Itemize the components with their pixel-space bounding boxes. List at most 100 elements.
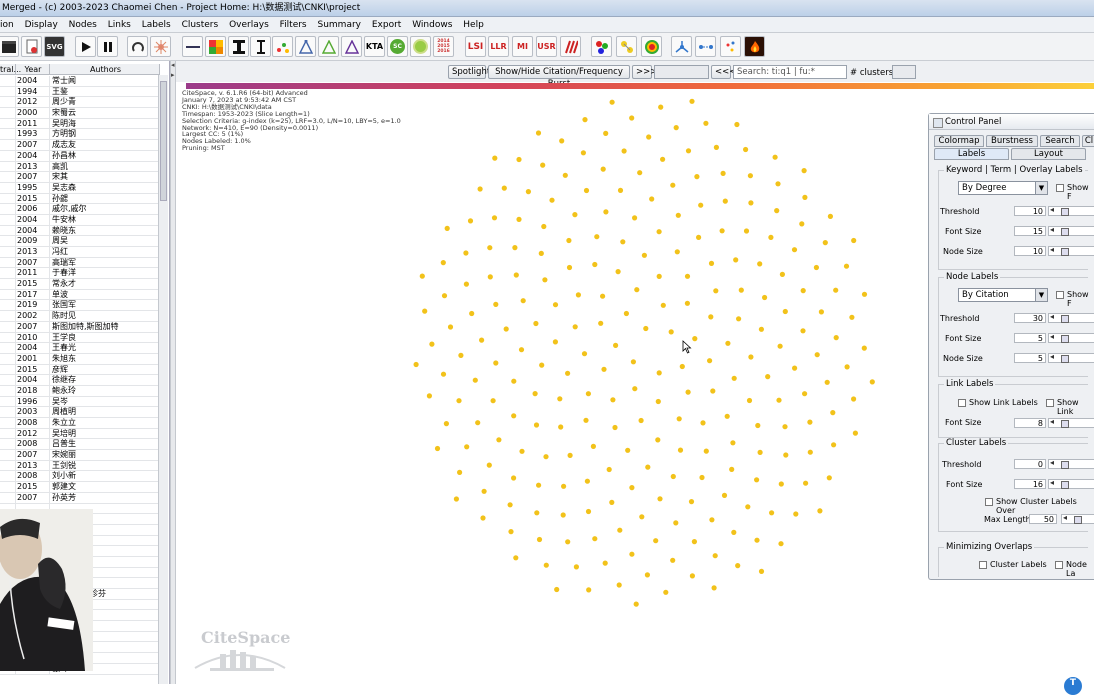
- table-row[interactable]: 1996 吴岑: [0, 396, 160, 408]
- network-node[interactable]: [447, 324, 454, 330]
- network-node[interactable]: [817, 508, 823, 514]
- network-node[interactable]: [746, 397, 753, 404]
- network-node[interactable]: [508, 529, 514, 535]
- keyword-node-size-value[interactable]: 10: [1014, 246, 1046, 256]
- network-node[interactable]: [730, 440, 736, 446]
- max-length-value[interactable]: 50: [1029, 514, 1057, 524]
- network-node[interactable]: [802, 391, 808, 397]
- table-row[interactable]: 2007 成志友: [0, 140, 160, 151]
- menu-links[interactable]: Links: [108, 17, 131, 33]
- network-node[interactable]: [689, 98, 695, 104]
- network-node[interactable]: [830, 410, 836, 416]
- table-row[interactable]: 2004 常士闻: [0, 76, 160, 87]
- network-node[interactable]: [458, 352, 464, 358]
- menu-overlays[interactable]: Overlays: [229, 17, 269, 33]
- network-node[interactable]: [802, 194, 808, 200]
- menu-labels[interactable]: Labels: [142, 17, 171, 33]
- network-node[interactable]: [543, 562, 549, 568]
- table-row[interactable]: 2003 周植明: [0, 407, 160, 418]
- network-node[interactable]: [801, 168, 807, 174]
- network-node[interactable]: [601, 366, 607, 372]
- network-node[interactable]: [703, 120, 709, 126]
- network-node[interactable]: [540, 162, 546, 168]
- network-node[interactable]: [729, 466, 735, 472]
- document-icon[interactable]: [21, 36, 42, 57]
- network-node[interactable]: [844, 364, 850, 370]
- network-node[interactable]: [634, 287, 640, 293]
- keyword-font-size-slider[interactable]: [1048, 225, 1094, 236]
- network-node[interactable]: [719, 228, 725, 234]
- timeline-years-button[interactable]: 2014 2015 2016: [433, 36, 454, 57]
- network-node[interactable]: [534, 510, 540, 516]
- network-node[interactable]: [573, 564, 579, 570]
- network-node[interactable]: [778, 541, 784, 547]
- table-row[interactable]: 2010 王学良: [0, 332, 160, 344]
- table-row[interactable]: 2018 鲍永玲: [0, 385, 160, 397]
- triangle-network-icon[interactable]: [295, 36, 316, 57]
- network-node[interactable]: [543, 454, 549, 460]
- network-node[interactable]: [708, 314, 714, 320]
- tree-icon[interactable]: [671, 36, 692, 57]
- network-node[interactable]: [721, 492, 728, 498]
- yellow-dots-icon[interactable]: [616, 36, 637, 57]
- network-node[interactable]: [743, 146, 749, 153]
- network-node[interactable]: [629, 115, 635, 121]
- column-header-centrality[interactable]: tral...: [0, 64, 21, 74]
- control-panel-title[interactable]: Control Panel: [929, 114, 1094, 130]
- network-node[interactable]: [818, 309, 825, 315]
- column-header-year[interactable]: Year: [16, 64, 50, 74]
- network-node[interactable]: [572, 212, 578, 218]
- network-node[interactable]: [754, 477, 760, 483]
- network-node[interactable]: [807, 449, 813, 455]
- network-node[interactable]: [774, 208, 780, 214]
- network-node[interactable]: [503, 326, 509, 332]
- network-node[interactable]: [700, 420, 706, 426]
- network-node[interactable]: [535, 130, 542, 136]
- network-node[interactable]: [464, 444, 470, 450]
- table-row[interactable]: 2019 张国军: [0, 300, 160, 312]
- network-node[interactable]: [581, 351, 588, 357]
- show-hide-burst-button[interactable]: Show/Hide Citation/Frequency Burst: [488, 65, 630, 89]
- network-node[interactable]: [549, 197, 555, 203]
- network-node[interactable]: [676, 416, 682, 422]
- network-node[interactable]: [426, 393, 432, 399]
- network-node[interactable]: [656, 229, 662, 235]
- network-node[interactable]: [630, 359, 636, 365]
- menu-display[interactable]: Display: [25, 17, 58, 33]
- network-node[interactable]: [554, 586, 560, 593]
- network-node[interactable]: [658, 104, 664, 110]
- kta-button[interactable]: KTA: [364, 36, 385, 57]
- network-node[interactable]: [758, 326, 765, 332]
- network-node[interactable]: [731, 529, 737, 535]
- network-node[interactable]: [769, 510, 775, 516]
- network-node[interactable]: [609, 99, 615, 105]
- network-node[interactable]: [674, 249, 680, 255]
- network-node[interactable]: [707, 358, 713, 364]
- network-node[interactable]: [533, 320, 539, 327]
- network-node[interactable]: [800, 328, 806, 334]
- network-node[interactable]: [826, 475, 832, 481]
- network-node[interactable]: [606, 466, 612, 473]
- table-row[interactable]: 2015 孙勰: [0, 193, 160, 205]
- network-node[interactable]: [814, 352, 820, 358]
- keyword-threshold-value[interactable]: 10: [1014, 206, 1046, 216]
- llr-button[interactable]: LLR: [488, 36, 509, 57]
- show-cluster-labels-over-checkbox[interactable]: [985, 498, 993, 506]
- collapse-right-icon[interactable]: ▸: [171, 71, 175, 79]
- table-row[interactable]: 2008 朱立立: [0, 418, 160, 429]
- network-node[interactable]: [629, 551, 635, 557]
- table-row[interactable]: 2000 宋蜀云: [0, 108, 160, 119]
- tab-burstness[interactable]: Burstness: [986, 135, 1038, 147]
- network-node[interactable]: [617, 527, 623, 533]
- reset-icon[interactable]: [127, 36, 148, 57]
- network-node[interactable]: [632, 386, 638, 392]
- scatter-icon[interactable]: [272, 36, 293, 57]
- network-node[interactable]: [583, 187, 590, 194]
- network-node[interactable]: [637, 170, 643, 176]
- network-node[interactable]: [493, 301, 499, 307]
- network-node[interactable]: [493, 360, 499, 366]
- node-font-size-value[interactable]: 5: [1014, 333, 1046, 343]
- clapper-icon[interactable]: [0, 36, 19, 57]
- network-node[interactable]: [602, 560, 608, 566]
- network-node[interactable]: [429, 341, 435, 347]
